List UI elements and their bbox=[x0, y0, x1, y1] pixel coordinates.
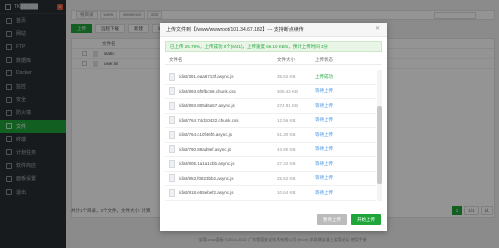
upload-row: /dist/893.6f5fbc58.chunk.css 306.42 KB 等待上… bbox=[165, 85, 376, 99]
upload-row: /dist/764.c10f46f0.async.js 51.30 KB 等待上传 bbox=[165, 128, 376, 143]
upload-row: /dist/805.1a1a1cbb.async.js 27.42 KB 等待上传 bbox=[165, 157, 376, 172]
file-icon bbox=[169, 87, 175, 96]
upload-file-size: 35.62 KB bbox=[277, 74, 296, 80]
start-upload-button[interactable]: 开始上传 bbox=[351, 214, 381, 225]
upload-file-status: 等待上传 bbox=[315, 88, 333, 94]
upload-file-name: /dist/805.1a1a1cbb.async.js bbox=[179, 161, 235, 167]
upload-file-size: 10.64 KB bbox=[277, 190, 296, 196]
close-icon[interactable]: ✕ bbox=[374, 26, 381, 33]
upload-file: /dist/853.f0823bb2.async.js bbox=[165, 174, 277, 183]
upload-file-size: 306.42 KB bbox=[277, 88, 299, 94]
upload-file: /dist/790.89ad9ef.async.js bbox=[165, 145, 277, 154]
upload-row: /dist/351.eaa6713f.async.js 35.62 KB 上传成功 bbox=[165, 70, 376, 85]
upload-file-size: 43.80 KB bbox=[277, 146, 296, 152]
upload-file-status: 等待上传 bbox=[315, 146, 333, 152]
upload-file-status: 等待上传 bbox=[315, 160, 333, 166]
file-icon bbox=[169, 188, 175, 197]
file-icon bbox=[169, 174, 175, 183]
file-icon bbox=[169, 145, 175, 154]
upload-file: /dist/893.805d6a57.async.js bbox=[165, 101, 277, 110]
upload-file-status: 上传成功 bbox=[315, 73, 333, 79]
file-icon bbox=[169, 72, 175, 81]
upload-file-status: 等待上传 bbox=[315, 175, 333, 181]
file-icon bbox=[169, 101, 175, 110]
upload-row: /dist/918.e55ebef2.async.js 10.64 KB 等待上传 bbox=[165, 186, 376, 201]
scrollbar-thumb[interactable] bbox=[377, 106, 382, 184]
upload-row: /dist/790.89ad9ef.async.js 43.80 KB 等待上传 bbox=[165, 143, 376, 157]
upload-list-header: 文件名 文件大小 上传状态 bbox=[165, 56, 382, 65]
upload-file-name: /dist/918.e55ebef2.async.js bbox=[179, 190, 234, 196]
upload-file: /dist/805.1a1a1cbb.async.js bbox=[165, 159, 277, 168]
upload-file-name: /dist/893.805d6a57.async.js bbox=[179, 103, 235, 109]
file-icon bbox=[169, 159, 175, 168]
upload-progress-status: 已上传 25.79%，上传成功 0个(6/41)，上传速度 66.10 KB/s… bbox=[165, 41, 382, 52]
upload-file: /dist/351.eaa6713f.async.js bbox=[165, 72, 277, 81]
scrollbar[interactable] bbox=[377, 70, 382, 201]
upload-file-size: 51.30 KB bbox=[277, 132, 296, 138]
upload-file-name: /dist/764.c10f46f0.async.js bbox=[179, 132, 233, 138]
pause-upload-button[interactable]: 暂停上传 bbox=[317, 214, 347, 225]
upload-file: /dist/893.6f5fbc58.chunk.css bbox=[165, 87, 277, 96]
upload-file-name: /dist/764.74d10422.chunk.css bbox=[179, 117, 239, 123]
header-filesize: 文件大小 bbox=[277, 57, 295, 62]
file-icon bbox=[169, 116, 175, 125]
upload-file-status: 等待上传 bbox=[315, 189, 333, 195]
upload-file-size: 12.56 KB bbox=[277, 117, 296, 123]
upload-file-name: /dist/790.89ad9ef.async.js bbox=[179, 146, 232, 152]
upload-file-size: 25.52 KB bbox=[277, 175, 296, 181]
dialog-title: 上传文件到【/www/wwwroot/101.34.67.182】--- 支持断… bbox=[160, 23, 387, 37]
header-filename: 文件名 bbox=[169, 57, 183, 62]
upload-file-size: 274.81 KB bbox=[277, 103, 299, 109]
upload-file-size: 27.42 KB bbox=[277, 161, 296, 167]
upload-file-name: /dist/351.eaa6713f.async.js bbox=[179, 74, 234, 80]
upload-file: /dist/918.e55ebef2.async.js bbox=[165, 188, 277, 197]
upload-file: /dist/764.74d10422.chunk.css bbox=[165, 116, 277, 125]
header-status: 上传状态 bbox=[315, 57, 333, 62]
upload-file-name: /dist/893.6f5fbc58.chunk.css bbox=[179, 88, 236, 94]
upload-file-status: 等待上传 bbox=[315, 102, 333, 108]
upload-row: /dist/999.416e0e0c.async.js18.22 KB等待上传 bbox=[165, 201, 376, 202]
upload-file-name: /dist/853.f0823bb2.async.js bbox=[179, 175, 234, 181]
upload-file-status: 等待上传 bbox=[315, 131, 333, 137]
upload-row: /dist/853.f0823bb2.async.js 25.52 KB 等待上传 bbox=[165, 172, 376, 186]
upload-row: /dist/764.74d10422.chunk.css 12.56 KB 等待上传 bbox=[165, 114, 376, 128]
upload-row: /dist/893.805d6a57.async.js 274.81 KB 等待上传 bbox=[165, 99, 376, 114]
upload-file-status: 等待上传 bbox=[315, 117, 333, 123]
upload-dialog: 上传文件到【/www/wwwroot/101.34.67.182】--- 支持断… bbox=[160, 23, 387, 231]
upload-list: /dist/351.eaa6713f.async.js 35.62 KB 上传成功 /… bbox=[165, 70, 376, 201]
upload-file: /dist/764.c10f46f0.async.js bbox=[165, 130, 277, 139]
file-icon bbox=[169, 130, 175, 139]
